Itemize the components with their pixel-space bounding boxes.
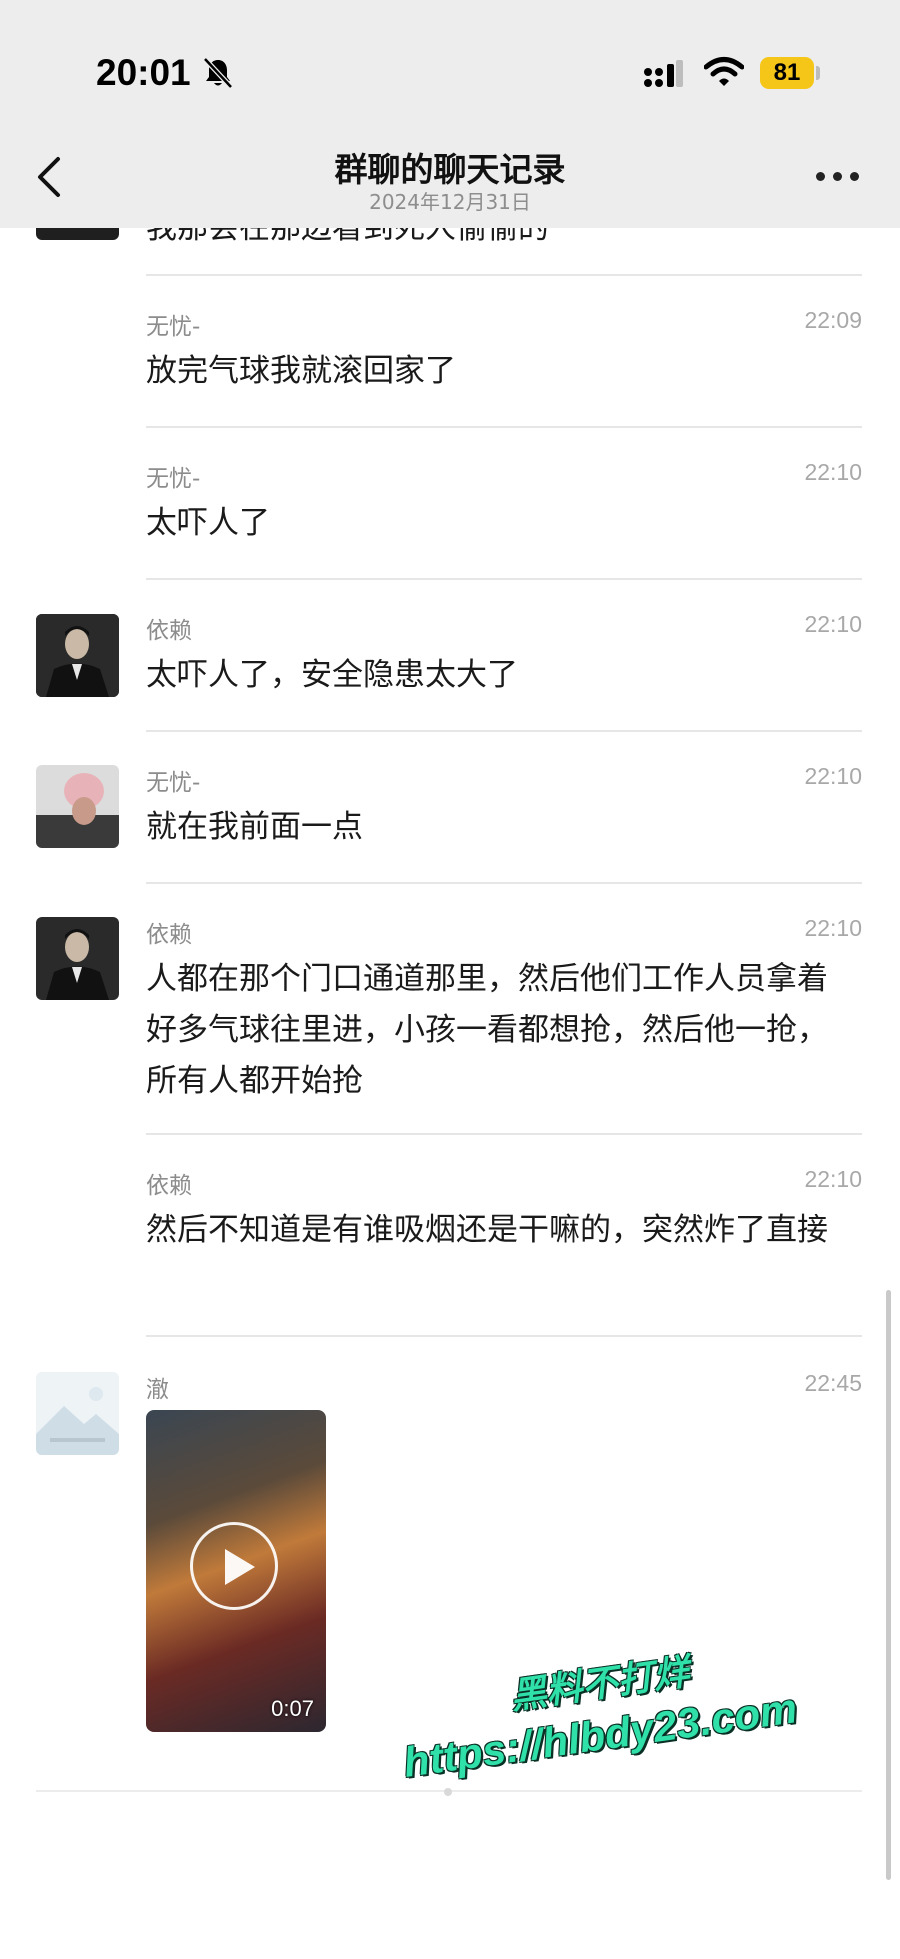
message-time: 22:09	[804, 307, 862, 333]
message-text: 太吓人了，安全隐患太大了	[146, 657, 518, 693]
wifi-icon	[704, 57, 744, 86]
message-time: 22:10	[804, 459, 862, 485]
more-options-icon[interactable]	[816, 172, 860, 184]
battery-level: 81	[760, 57, 814, 89]
avatar-landscape-placeholder-icon	[36, 1372, 119, 1455]
avatar[interactable]	[36, 765, 119, 848]
message-time: 22:10	[804, 1166, 862, 1192]
avatar-person-pink-hat-icon	[36, 765, 119, 848]
message-text: 放完气球我就滚回家了	[146, 353, 456, 389]
page-title: 群聊的聊天记录	[334, 150, 566, 189]
cellular-signal-icon	[644, 60, 683, 87]
top-bar: 20:01 81 群聊的聊天记录 2024年12月31日	[0, 0, 900, 228]
message-sender: 依赖	[146, 922, 192, 948]
video-duration: 0:07	[271, 1696, 314, 1721]
status-time: 20:01	[96, 52, 191, 93]
message-sender: 依赖	[146, 618, 192, 644]
video-thumbnail[interactable]: 0:07	[146, 1410, 326, 1732]
message-time: 22:10	[804, 915, 862, 941]
message-sender: 澈	[146, 1377, 169, 1403]
divider	[146, 1335, 862, 1337]
divider	[146, 882, 862, 884]
divider	[146, 730, 862, 732]
bell-muted-icon	[203, 57, 233, 89]
play-icon[interactable]	[190, 1522, 278, 1610]
avatar-man-suit-icon	[36, 614, 119, 697]
watermark: 黑料不打烊 https://hlbdy23.com	[390, 1600, 861, 1841]
divider	[146, 578, 862, 580]
battery-cap	[816, 66, 820, 80]
message-sender: 无忧-	[146, 466, 201, 492]
divider	[146, 1133, 862, 1135]
scrollbar[interactable]	[886, 1290, 891, 1880]
message-time: 22:10	[804, 611, 862, 637]
message-sender: 无忧-	[146, 770, 201, 796]
message-text: 然后不知道是有谁吸烟还是干嘛的，突然炸了直接	[146, 1212, 828, 1248]
message-text: 太吓人了	[146, 505, 270, 541]
avatar[interactable]	[36, 917, 119, 1000]
avatar[interactable]	[36, 1372, 119, 1455]
divider	[146, 426, 862, 428]
message-text: 就在我前面一点	[146, 809, 363, 845]
divider	[146, 274, 862, 276]
message-time: 22:45	[804, 1370, 862, 1396]
avatar[interactable]	[36, 614, 119, 697]
page-subtitle: 2024年12月31日	[369, 190, 531, 214]
message-time: 22:10	[804, 763, 862, 789]
message-sender: 依赖	[146, 1173, 192, 1199]
message-sender: 无忧-	[146, 314, 201, 340]
message-text: 人都在那个门口通道那里，然后他们工作人员拿着好多气球往里进，小孩一看都想抢，然后…	[146, 961, 828, 1099]
avatar-man-suit-icon	[36, 917, 119, 1000]
